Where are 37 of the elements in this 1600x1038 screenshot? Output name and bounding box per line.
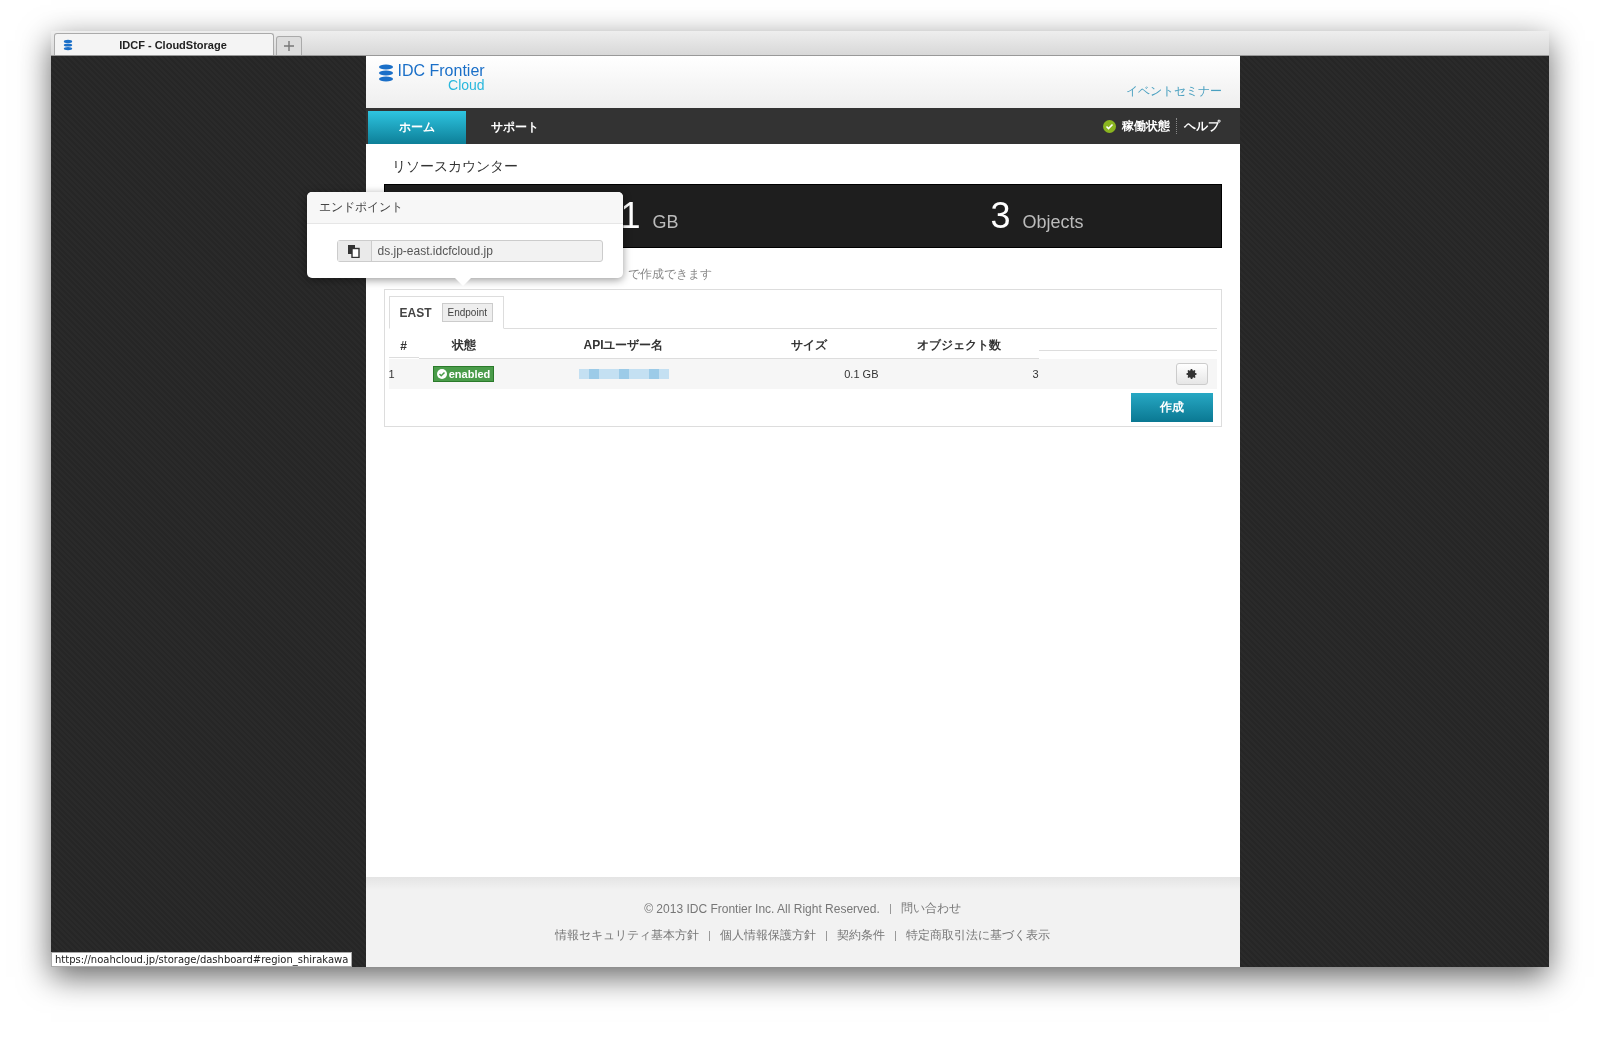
footer-link[interactable]: 問い合わせ bbox=[900, 900, 961, 917]
status-badge: enabled bbox=[432, 366, 495, 382]
check-icon bbox=[1102, 119, 1116, 133]
region-tab[interactable]: EAST Endpoint bbox=[388, 296, 504, 329]
nav-tab[interactable]: サポート bbox=[465, 111, 564, 144]
section-title: リソースカウンター bbox=[391, 158, 519, 176]
table-cell-text: 1 bbox=[388, 367, 396, 382]
copyright-text: © 2013 IDC Frontier Inc. All Right Reserved. bbox=[644, 901, 880, 916]
logo-subtext: Cloud bbox=[448, 78, 485, 93]
table-cell-text: 0.1 GB bbox=[843, 367, 879, 382]
objects-unit: Objects bbox=[1022, 212, 1084, 233]
hint-text: で作成できます bbox=[627, 266, 713, 283]
browser-tab[interactable]: IDCF - CloudStorage bbox=[54, 33, 274, 55]
footer-link[interactable]: 契約条件 bbox=[837, 927, 885, 944]
column-header: # bbox=[388, 330, 419, 358]
plus-icon bbox=[284, 41, 294, 51]
size-unit: GB bbox=[652, 212, 679, 233]
settings-button[interactable] bbox=[1175, 363, 1208, 385]
create-button[interactable]: 作成 bbox=[1130, 393, 1213, 422]
objects-value: 3 bbox=[990, 195, 1011, 237]
endpoint-button[interactable]: Endpoint bbox=[441, 303, 493, 322]
popover-title: エンドポイント bbox=[306, 192, 623, 224]
table-cell-text: 3 bbox=[1031, 367, 1039, 382]
logo-icon bbox=[377, 63, 394, 83]
gear-icon bbox=[1185, 368, 1198, 380]
endpoint-input-group[interactable]: ds.jp-east.idcfcloud.jp bbox=[336, 240, 603, 262]
help-link[interactable]: ヘルプ bbox=[1183, 117, 1220, 135]
footer-link[interactable]: 情報セキュリティ基本方針 bbox=[555, 927, 699, 944]
status-link[interactable]: 稼働状態 bbox=[1121, 117, 1170, 135]
size-value: 1 bbox=[620, 195, 641, 237]
footer-link[interactable]: 特定商取引法に基づく表示 bbox=[906, 927, 1050, 944]
copy-icon[interactable] bbox=[337, 241, 372, 261]
endpoint-field[interactable]: ds.jp-east.idcfcloud.jp bbox=[371, 241, 602, 261]
footer-link[interactable]: 個人情報保護方針 bbox=[720, 927, 816, 944]
logo-icon bbox=[63, 38, 73, 51]
status-url: https://noahcloud.jp/storage/dashboard#region_shirakawa bbox=[51, 952, 353, 967]
logo-text: IDC Frontier bbox=[397, 63, 485, 78]
